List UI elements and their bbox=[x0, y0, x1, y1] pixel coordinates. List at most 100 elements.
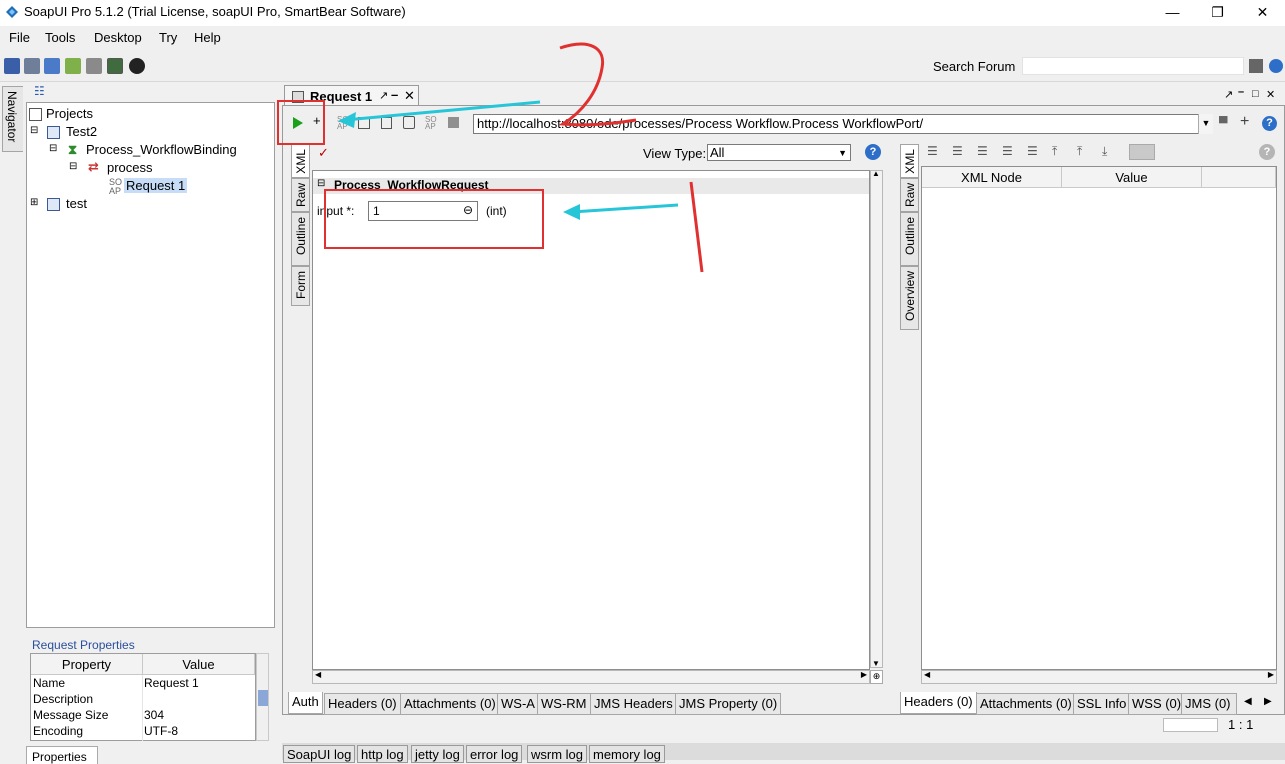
response-vtab-overview[interactable]: Overview bbox=[900, 266, 919, 330]
tab-scroll-right-icon[interactable]: ▶ bbox=[1264, 696, 1272, 707]
response-help-icon[interactable]: ? bbox=[1259, 144, 1275, 160]
tab-attachments[interactable]: Attachments (0) bbox=[400, 693, 500, 715]
soap-icon[interactable]: SO AP bbox=[337, 116, 349, 131]
import-project-icon[interactable] bbox=[24, 58, 40, 74]
tab-auth[interactable]: Auth bbox=[288, 692, 323, 714]
view-type-select[interactable]: All ▼ bbox=[707, 144, 851, 161]
response-tab-headers[interactable]: Headers (0) bbox=[900, 692, 977, 714]
properties-scrollbar[interactable] bbox=[256, 653, 269, 741]
column-header-property[interactable]: Property bbox=[31, 654, 143, 675]
collapse-toggle-icon[interactable]: ⊟ bbox=[30, 125, 38, 136]
form-help-icon[interactable]: ? bbox=[865, 144, 881, 160]
response-vtab-outline[interactable]: Outline bbox=[900, 212, 919, 266]
close-window-icon[interactable]: ✕ bbox=[1266, 88, 1275, 101]
log-tab-soapui[interactable]: SoapUI log bbox=[283, 745, 356, 763]
vtab-raw[interactable]: Raw bbox=[291, 178, 310, 212]
new-project-icon[interactable] bbox=[4, 58, 20, 74]
navigator-tab[interactable]: Navigator bbox=[2, 86, 23, 152]
property-value[interactable]: Request 1 bbox=[144, 676, 199, 690]
tree-node-request-1[interactable]: Request 1 bbox=[124, 178, 188, 193]
add-endpoint-icon[interactable]: + bbox=[1240, 113, 1249, 131]
zoom-icon[interactable]: ⊕ bbox=[870, 670, 883, 684]
response-tab-ssl-info[interactable]: SSL Info bbox=[1073, 693, 1131, 715]
close-tab-icon[interactable]: ✕ bbox=[404, 88, 415, 104]
log-tab-memory[interactable]: memory log bbox=[589, 745, 665, 763]
proxy-icon[interactable] bbox=[107, 58, 123, 74]
tab-scroll-left-icon[interactable]: ◀ bbox=[1244, 696, 1252, 707]
form-horizontal-scrollbar[interactable]: ◀ ▶ bbox=[312, 670, 870, 684]
tab-jms-headers[interactable]: JMS Headers bbox=[590, 693, 677, 715]
close-window-button[interactable]: ✕ bbox=[1240, 0, 1285, 26]
align-icon[interactable]: ☰ bbox=[952, 144, 963, 158]
preferences-icon[interactable] bbox=[86, 58, 102, 74]
load-test-icon[interactable]: SO AP bbox=[425, 116, 437, 131]
tool-icon[interactable] bbox=[358, 117, 370, 129]
column-header-value[interactable]: Value bbox=[143, 654, 255, 675]
endpoint-url-field[interactable]: http://localhost:8080/ode/processes/Proc… bbox=[473, 114, 1213, 134]
copy-icon[interactable] bbox=[381, 117, 392, 129]
minimize-button[interactable]: — bbox=[1150, 0, 1195, 26]
response-tab-jms[interactable]: JMS (0) bbox=[1181, 693, 1237, 715]
scroll-up-icon[interactable]: ▲ bbox=[872, 169, 880, 178]
validate-icon[interactable]: ✓ bbox=[318, 145, 329, 161]
align-icon[interactable]: ☰ bbox=[1002, 144, 1013, 158]
move-down-icon[interactable]: ⤓ bbox=[1102, 144, 1107, 159]
response-horizontal-scrollbar[interactable]: ◀ ▶ bbox=[921, 670, 1277, 684]
property-value[interactable]: 304 bbox=[144, 708, 164, 722]
log-tab-wsrm[interactable]: wsrm log bbox=[527, 745, 588, 763]
align-icon[interactable]: ☰ bbox=[1027, 144, 1038, 158]
collapse-toggle-icon[interactable]: ⊟ bbox=[49, 143, 57, 154]
scroll-thumb[interactable] bbox=[258, 690, 268, 706]
help-icon[interactable]: ? bbox=[1262, 116, 1277, 131]
clone-icon[interactable] bbox=[403, 116, 415, 129]
properties-tab[interactable]: Properties bbox=[26, 746, 98, 764]
expand-toggle-icon[interactable]: ⊞ bbox=[30, 197, 38, 208]
tab-ws-rm[interactable]: WS-RM bbox=[537, 693, 591, 715]
move-up-icon[interactable]: ⤒ bbox=[1077, 144, 1082, 159]
endpoint-dropdown-icon[interactable]: ▼ bbox=[1198, 114, 1213, 134]
minimize-window-icon[interactable]: – bbox=[1238, 86, 1244, 98]
align-icon[interactable]: ☰ bbox=[977, 144, 988, 158]
stop-icon[interactable] bbox=[448, 117, 459, 128]
vtab-xml[interactable]: XML bbox=[291, 144, 310, 178]
collapse-toggle-icon[interactable]: ⊟ bbox=[69, 161, 77, 172]
tree-node-process[interactable]: process bbox=[107, 160, 153, 175]
menu-file[interactable]: File bbox=[9, 30, 30, 45]
menu-try[interactable]: Try bbox=[159, 30, 177, 45]
edit-endpoint-icon[interactable]: ▀ bbox=[1219, 116, 1228, 130]
response-tab-wss[interactable]: WSS (0) bbox=[1128, 693, 1186, 715]
response-tab-attachments[interactable]: Attachments (0) bbox=[976, 693, 1076, 715]
tree-node-binding[interactable]: Process_WorkflowBinding bbox=[86, 142, 237, 157]
maximize-button[interactable]: ❐ bbox=[1195, 0, 1240, 26]
menu-help[interactable]: Help bbox=[194, 30, 221, 45]
tree-node-test[interactable]: test bbox=[66, 196, 87, 211]
response-vtab-xml[interactable]: XML bbox=[900, 144, 919, 178]
property-value[interactable]: UTF-8 bbox=[144, 724, 178, 738]
collapse-all-icon[interactable]: ☷ bbox=[34, 84, 45, 98]
scroll-right-icon[interactable]: ▶ bbox=[861, 670, 867, 679]
scroll-left-icon[interactable]: ◀ bbox=[315, 670, 321, 679]
help-icon[interactable] bbox=[129, 58, 145, 74]
response-vtab-raw[interactable]: Raw bbox=[900, 178, 919, 212]
tab-ws-a[interactable]: WS-A bbox=[497, 693, 539, 715]
menu-tools[interactable]: Tools bbox=[45, 30, 75, 45]
menu-desktop[interactable]: Desktop bbox=[94, 30, 142, 45]
tree-node-test2[interactable]: Test2 bbox=[66, 124, 97, 139]
binoculars-icon[interactable] bbox=[1249, 59, 1263, 73]
tab-headers[interactable]: Headers (0) bbox=[324, 693, 401, 715]
log-tab-http[interactable]: http log bbox=[357, 745, 408, 763]
column-header-xml-node[interactable]: XML Node bbox=[922, 167, 1062, 188]
scroll-right-icon[interactable]: ▶ bbox=[1268, 670, 1274, 679]
log-tab-jetty[interactable]: jetty log bbox=[411, 745, 464, 763]
tab-jms-property[interactable]: JMS Property (0) bbox=[675, 693, 782, 715]
search-help-icon[interactable] bbox=[1269, 59, 1283, 73]
scroll-down-icon[interactable]: ▼ bbox=[872, 659, 880, 668]
move-top-icon[interactable]: ⤒ bbox=[1052, 144, 1057, 159]
forum-icon[interactable] bbox=[65, 58, 81, 74]
minimize-tab-icon[interactable]: – bbox=[391, 87, 398, 102]
xsi-icon[interactable] bbox=[1129, 144, 1155, 160]
align-icon[interactable]: ☰ bbox=[927, 144, 938, 158]
save-all-icon[interactable] bbox=[44, 58, 60, 74]
column-header-value[interactable]: Value bbox=[1062, 167, 1202, 188]
collapse-section-icon[interactable]: ⊟ bbox=[317, 178, 325, 189]
